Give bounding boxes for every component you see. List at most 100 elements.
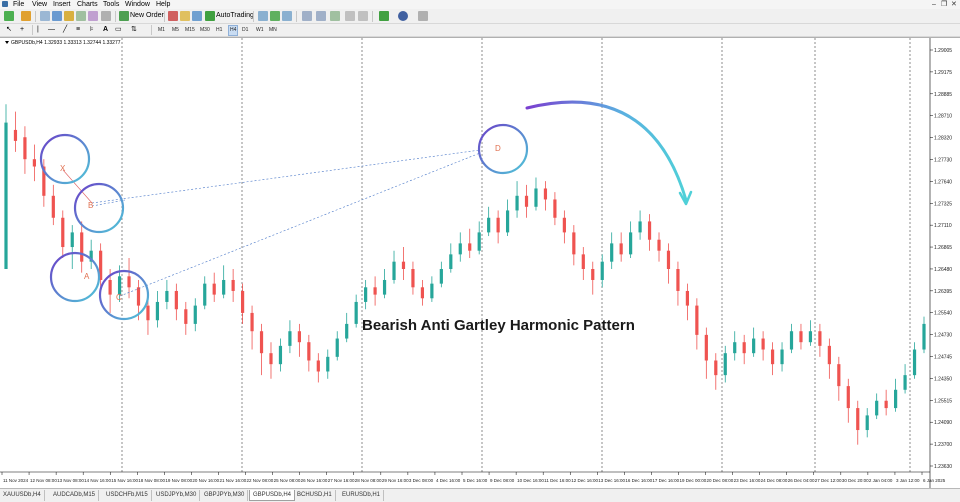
trendline-icon[interactable]: ╱ — [63, 24, 67, 36]
timeframe-m15[interactable]: M15 — [185, 25, 195, 36]
timeframe-w1[interactable]: W1 — [256, 25, 264, 36]
tab-bchusd[interactable]: BCHUSD,H1 — [294, 490, 336, 501]
close-icon[interactable]: ✕ — [951, 0, 957, 9]
timeframe-m30[interactable]: M30 — [200, 25, 210, 36]
menu-insert[interactable]: Insert — [53, 0, 71, 9]
candle — [903, 364, 907, 394]
horizontal-line-icon[interactable]: — — [48, 24, 55, 36]
timeframe-mn[interactable]: MN — [269, 25, 277, 36]
pattern-label-d: D — [495, 144, 501, 153]
tile-windows-icon[interactable] — [330, 11, 340, 21]
collapse-arrow-icon[interactable] — [5, 41, 9, 45]
restore-icon[interactable]: ❐ — [941, 0, 947, 9]
candle — [203, 276, 207, 310]
menu-view[interactable]: View — [32, 0, 47, 9]
candle — [856, 400, 860, 445]
y-tick-label: 1.26395 — [934, 289, 952, 295]
text-tool-icon[interactable]: A — [103, 24, 108, 36]
tab-usdjpy[interactable]: USDJPYb,M30 — [153, 490, 201, 501]
candle — [80, 221, 84, 273]
timeframe-m5[interactable]: M5 — [172, 25, 179, 36]
x-tick-label: 19 Dec 00:00 — [679, 478, 706, 483]
navigator-icon[interactable] — [64, 11, 74, 21]
terminal-icon[interactable] — [76, 11, 86, 21]
new-chart-icon[interactable] — [4, 11, 14, 21]
fibonacci-icon[interactable]: ⊧ — [90, 24, 94, 36]
x-tick-label: 26 Nov 16:00 — [301, 478, 328, 483]
menu-help[interactable]: Help — [156, 0, 170, 9]
metaeditor-icon[interactable] — [168, 11, 178, 21]
autotrading-button[interactable]: AutoTrading — [216, 10, 254, 22]
alerts-icon[interactable] — [180, 11, 190, 21]
timeframe-h4[interactable]: H4 — [228, 25, 239, 36]
candle — [884, 389, 888, 416]
x-tick-label: 2 Jan 04:00 — [869, 478, 893, 483]
x-tick-label: 3 Dec 08:00 — [409, 478, 434, 483]
timeframe-h1[interactable]: H1 — [216, 25, 222, 36]
y-tick-label: 1.25515 — [934, 398, 952, 404]
candles — [4, 104, 926, 445]
candle — [922, 316, 926, 354]
crosshair-icon[interactable]: + — [20, 24, 24, 36]
price-chart[interactable]: X B A C D 1.290051.291751.288851.287101.… — [0, 38, 960, 489]
candle — [32, 144, 36, 182]
bar-chart-icon[interactable] — [258, 11, 268, 21]
candle — [770, 342, 775, 376]
zoom-out-icon[interactable] — [316, 11, 326, 21]
tab-eurusd[interactable]: EURUSDb,H1 — [339, 490, 385, 501]
candle — [752, 327, 756, 357]
indicators-icon[interactable] — [379, 11, 389, 21]
candle — [468, 228, 472, 259]
candle — [13, 111, 18, 152]
candle — [259, 323, 264, 376]
market-watch-icon[interactable] — [40, 11, 50, 21]
x-tick-label: 19 Nov 08:00 — [165, 478, 192, 483]
menu-window[interactable]: Window — [125, 0, 150, 9]
arrows-icon[interactable]: ⇅ — [131, 24, 137, 36]
strategy-tester-icon[interactable] — [88, 11, 98, 21]
direction-arrow — [525, 100, 688, 202]
data-window-icon[interactable] — [52, 11, 62, 21]
candle — [581, 247, 585, 280]
new-order-button[interactable]: New Order — [130, 10, 164, 22]
x-tick-label: 28 Nov 08:00 — [355, 478, 382, 483]
chart-area[interactable]: X B A C D 1.29005 1.29175 1.28885 1.28710 1.… — [0, 37, 960, 489]
candle — [496, 210, 500, 244]
candle — [193, 298, 197, 332]
candlestick-icon[interactable] — [270, 11, 280, 21]
pattern-label-b: B — [88, 201, 93, 210]
menu-charts[interactable]: Charts — [77, 0, 98, 9]
timeframe-d1[interactable]: D1 — [242, 25, 248, 36]
candle — [865, 408, 869, 438]
tab-xauusd[interactable]: XAUUSDb,H4 — [0, 490, 45, 501]
minimize-icon[interactable]: – — [932, 0, 936, 9]
y-tick-label: 1.29175 — [934, 70, 952, 76]
x-tick-label: 3 Jan 12:00 — [896, 478, 920, 483]
channel-icon[interactable]: ≡ — [76, 24, 80, 36]
candle — [51, 184, 55, 226]
tab-gbpusd[interactable]: GBPUSDb,H4 — [249, 490, 296, 501]
periods-icon[interactable] — [398, 11, 408, 21]
templates-icon[interactable] — [418, 11, 428, 21]
menu-file[interactable]: File — [13, 0, 24, 9]
chart-shift-icon[interactable] — [358, 11, 368, 21]
new-order-icon[interactable] — [119, 11, 129, 21]
autotrading-icon[interactable] — [205, 11, 215, 21]
pattern-circle-a — [49, 251, 101, 303]
zoom-in-icon[interactable] — [302, 11, 312, 21]
label-tool-icon[interactable]: ▭ — [115, 24, 122, 36]
line-chart-icon[interactable] — [282, 11, 292, 21]
tab-audcad[interactable]: AUDCADb,M15 — [50, 490, 100, 501]
signals-icon[interactable] — [192, 11, 202, 21]
terminal-window: File View Insert Charts Tools Window Hel… — [0, 0, 960, 502]
timeframe-m1[interactable]: M1 — [158, 25, 165, 36]
tab-gbpjpy[interactable]: GBPJPYb,M30 — [201, 490, 249, 501]
options-icon[interactable] — [101, 11, 111, 21]
tab-usdchf[interactable]: USDCHFb,M15 — [103, 490, 152, 501]
profiles-icon[interactable] — [21, 11, 31, 21]
candle — [524, 184, 529, 218]
autoscroll-icon[interactable] — [345, 11, 355, 21]
menu-tools[interactable]: Tools — [103, 0, 119, 9]
vertical-line-icon[interactable]: | — [37, 24, 39, 36]
cursor-icon[interactable]: ↖ — [6, 24, 12, 36]
